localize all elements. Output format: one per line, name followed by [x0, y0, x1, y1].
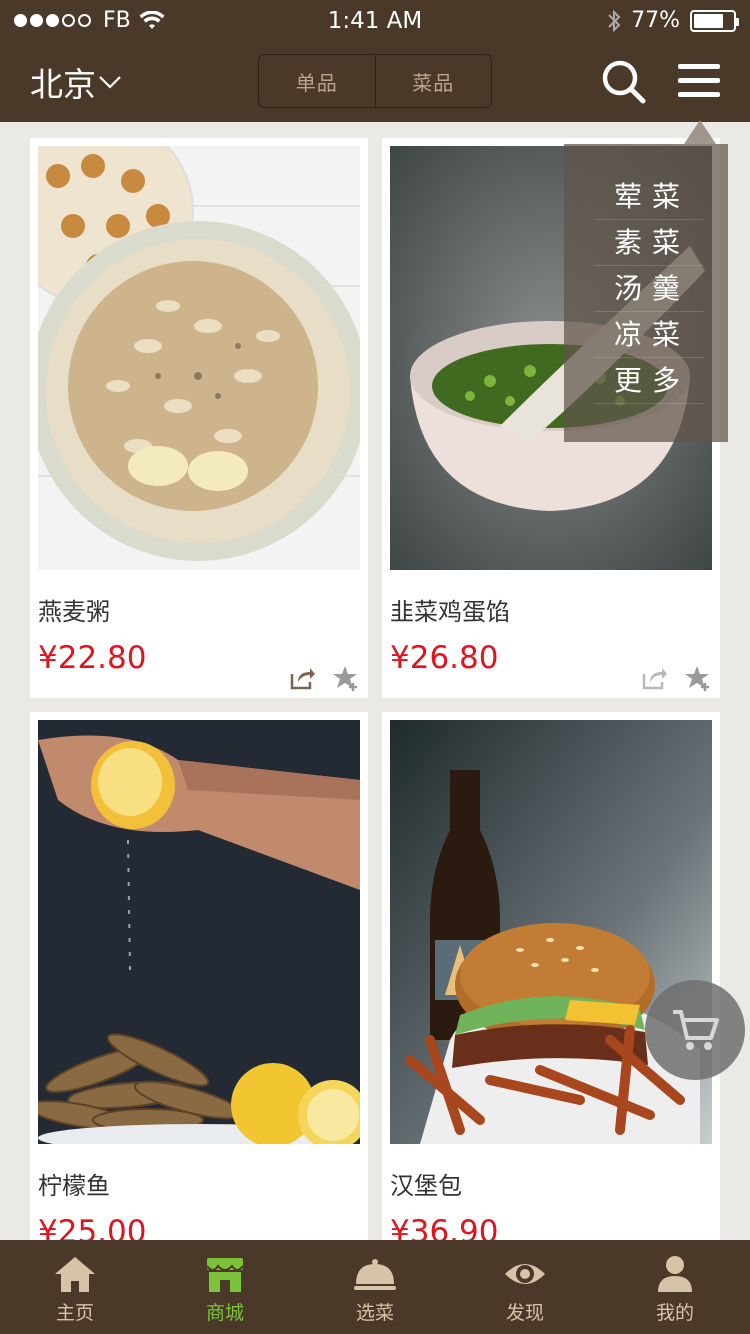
- product-name: 韭菜鸡蛋馅: [390, 598, 510, 626]
- tab-select-dish[interactable]: 选菜: [300, 1240, 450, 1334]
- tab-mine[interactable]: 我的: [600, 1240, 750, 1334]
- top-bar: FB 1:41 AM 77% 北京 单品 菜品: [0, 0, 750, 122]
- share-icon[interactable]: [640, 664, 668, 692]
- store-icon: [206, 1258, 244, 1292]
- product-name: 柠檬鱼: [38, 1172, 110, 1200]
- cloche-icon: [354, 1259, 396, 1290]
- tab-bar: 主页 商城 选菜 发现 我的: [0, 1240, 750, 1334]
- tab-home[interactable]: 主页: [0, 1240, 150, 1334]
- tab-store[interactable]: 商城: [150, 1240, 300, 1334]
- dropdown-item-more[interactable]: 更多: [594, 358, 704, 404]
- bluetooth-icon: [608, 9, 621, 32]
- eye-icon: [505, 1264, 545, 1284]
- dropdown-item-meat[interactable]: 荤菜: [594, 174, 704, 220]
- category-dropdown: 荤菜 素菜 汤羹 凉菜 更多: [564, 120, 728, 442]
- product-price: ¥26.80: [390, 640, 499, 676]
- search-icon[interactable]: [600, 58, 646, 104]
- user-icon: [658, 1256, 692, 1292]
- favorite-add-icon[interactable]: [684, 664, 712, 692]
- city-selector[interactable]: 北京: [30, 58, 122, 106]
- cart-icon: [673, 1010, 719, 1050]
- product-name: 汉堡包: [390, 1172, 462, 1200]
- dropdown-item-cold-dish[interactable]: 凉菜: [594, 312, 704, 358]
- tab-home-label: 主页: [55, 1302, 94, 1324]
- product-card[interactable]: 柠檬鱼 ¥25.00: [30, 712, 368, 1272]
- favorite-add-icon[interactable]: [332, 664, 360, 692]
- segment-single-item[interactable]: 单品: [259, 55, 376, 107]
- battery-icon: [690, 9, 739, 32]
- chevron-down-icon: [99, 76, 121, 89]
- tab-store-label: 商城: [205, 1302, 244, 1324]
- tab-discover-label: 发现: [505, 1302, 544, 1324]
- segment-dish[interactable]: 菜品: [375, 55, 491, 107]
- product-card[interactable]: 燕麦粥 ¥22.80: [30, 138, 368, 698]
- product-photo-lemon-fish: [38, 720, 360, 1144]
- tab-select-dish-label: 选菜: [355, 1302, 394, 1324]
- dropdown-item-vegetable[interactable]: 素菜: [594, 220, 704, 266]
- tab-mine-label: 我的: [655, 1302, 694, 1324]
- product-photo-oatmeal: [38, 146, 360, 570]
- dropdown-pointer: [684, 120, 716, 144]
- product-price: ¥22.80: [38, 640, 147, 676]
- segment-control: 单品 菜品: [258, 54, 492, 108]
- battery-percent: 77%: [631, 8, 680, 33]
- cart-button[interactable]: [645, 980, 745, 1080]
- tab-discover[interactable]: 发现: [450, 1240, 600, 1334]
- share-icon[interactable]: [288, 664, 316, 692]
- home-icon: [55, 1257, 95, 1292]
- product-photo-burger: [390, 720, 712, 1144]
- dropdown-item-soup[interactable]: 汤羹: [594, 266, 704, 312]
- product-name: 燕麦粥: [38, 598, 110, 626]
- status-bar: FB 1:41 AM 77%: [0, 0, 750, 44]
- menu-icon[interactable]: [676, 58, 722, 104]
- city-label: 北京: [30, 65, 96, 104]
